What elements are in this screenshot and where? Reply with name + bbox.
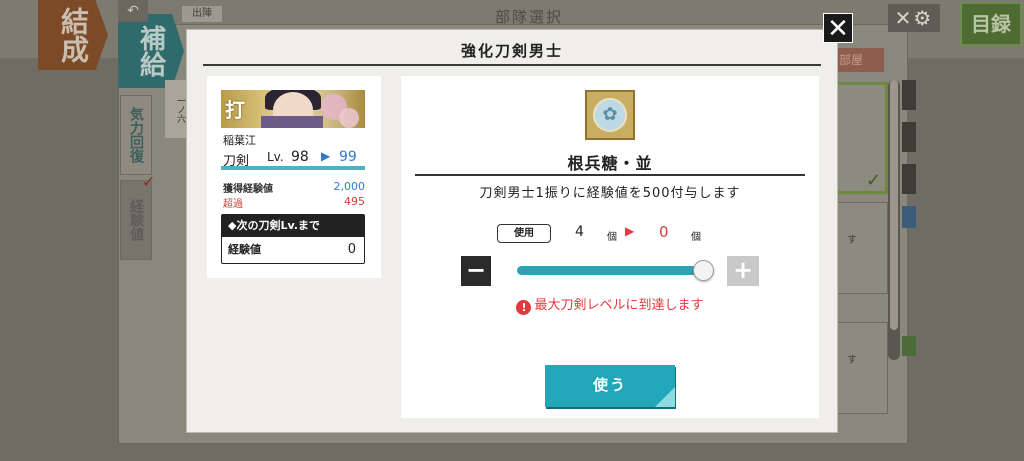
- sword-kind: 刀剣: [223, 154, 250, 169]
- sword-card: 打 稲葉江 刀剣 Lv. 98 ▶ 99 獲得経験値 2,000 超過 495 …: [207, 76, 381, 278]
- divider: [415, 174, 805, 176]
- increase-button[interactable]: +: [727, 256, 759, 286]
- sword-name: 稲葉江: [223, 134, 256, 147]
- slider-fill: [517, 266, 703, 275]
- sword-type-mark: 打: [225, 98, 245, 122]
- background-subtab: 出陣: [182, 6, 222, 22]
- arrow-right-icon: ▶: [625, 224, 635, 238]
- background-marker: [902, 206, 916, 228]
- warning-text: 最大刀剣レベルに到達します: [534, 298, 704, 313]
- use-count-label: 使用: [497, 224, 551, 243]
- background-scroll-thumb: [890, 80, 898, 330]
- level-row: 刀剣 Lv. 98 ▶ 99: [221, 149, 365, 170]
- close-icon[interactable]: ✕: [823, 13, 853, 44]
- count-unit: 個: [691, 232, 701, 243]
- check-icon: ✓: [142, 172, 156, 191]
- item-panel: ✿ 根兵糖・並 刀剣男士1振りに経験値を500付与します 使用 4 個 ▶ 0 …: [401, 76, 819, 418]
- warning-icon: !: [516, 300, 532, 315]
- enhance-sword-modal: 強化刀剣男士 打 稲葉江 刀剣 Lv. 98 ▶ 99 獲得経験値 2,000 …: [186, 29, 838, 433]
- back-icon[interactable]: ↶: [118, 0, 148, 22]
- background-marker: [902, 164, 916, 194]
- tab-kessei[interactable]: 結成: [38, 0, 108, 70]
- level-current: 98: [291, 149, 309, 165]
- level-label: Lv.: [267, 150, 284, 164]
- check-icon: ✓: [866, 170, 882, 191]
- tab-hokyu[interactable]: 補給: [118, 14, 184, 88]
- arrow-right-icon: ▶: [321, 149, 331, 163]
- slider-handle[interactable]: [693, 260, 714, 281]
- use-button[interactable]: 使う: [545, 365, 675, 407]
- count-new: 0: [659, 223, 669, 241]
- konpeito-icon: ✿: [585, 90, 635, 140]
- next-exp-label: 経験値: [228, 243, 261, 256]
- side-tab-fatigue-recovery[interactable]: 気力回復: [120, 95, 152, 175]
- settings-button[interactable]: ✕⚙: [888, 4, 940, 32]
- item-description: 刀剣男士1振りに経験値を500付与します: [479, 186, 741, 201]
- next-level-box: ◆次の刀剣Lv.まで 経験値 0: [221, 214, 365, 264]
- item-name: 根兵糖・並: [567, 154, 653, 173]
- count-current: 4: [575, 224, 584, 240]
- background-marker: [902, 122, 916, 152]
- next-exp-value: 0: [347, 242, 356, 257]
- quantity-slider[interactable]: [517, 266, 703, 275]
- background-screen-title: 部隊選択: [495, 8, 564, 26]
- exp-gained-value: 2,000: [333, 180, 366, 193]
- background-marker: [902, 336, 916, 356]
- warning-row: ! 最大刀剣レベルに到達します: [401, 294, 819, 315]
- side-tab-experience[interactable]: 経験値: [120, 180, 152, 260]
- modal-title: 強化刀剣男士: [203, 38, 821, 66]
- count-unit: 個: [607, 232, 617, 243]
- next-level-title: ◆次の刀剣Lv.まで: [222, 215, 364, 237]
- background-card: 一ノ六: [165, 80, 187, 138]
- exp-gained-row: 獲得経験値 2,000: [223, 180, 366, 195]
- mokuroku-button[interactable]: 目録: [960, 2, 1022, 46]
- decrease-button[interactable]: −: [461, 256, 491, 286]
- sword-portrait: 打: [221, 90, 365, 128]
- exp-over-value: 495: [344, 195, 365, 208]
- level-next: 99: [339, 149, 357, 165]
- background-marker: [902, 80, 916, 110]
- exp-over-row: 超過 495: [223, 195, 365, 210]
